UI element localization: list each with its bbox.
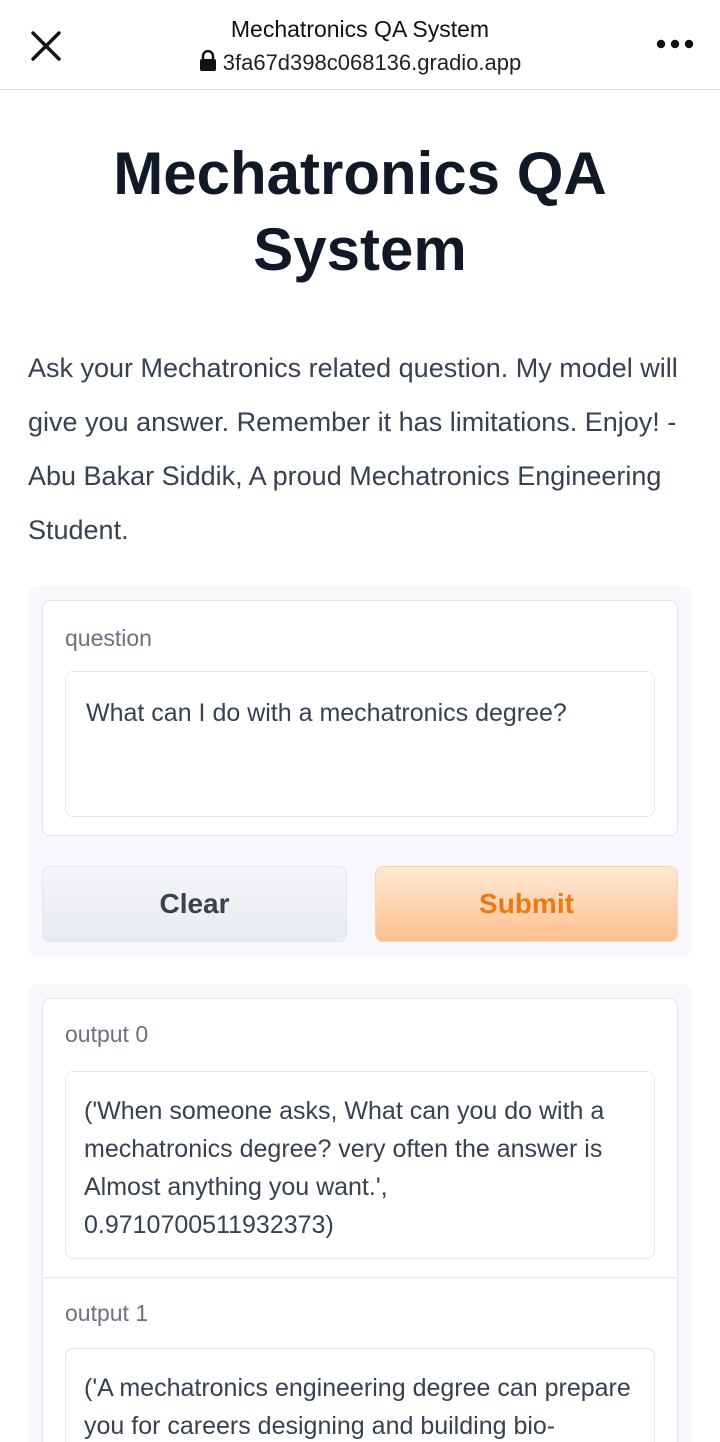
question-input[interactable]: What can I do with a mechatronics degree… <box>65 671 655 817</box>
output-panel: output 0 ('When someone asks, What can y… <box>28 984 692 1442</box>
page-title: Mechatronics QA System <box>113 140 607 283</box>
submit-button[interactable]: Submit <box>375 866 678 942</box>
browser-page-title: Mechatronics QA System <box>230 16 490 42</box>
browser-url-text: 3fa67d398c068136.gradio.app <box>222 50 522 75</box>
page-description: Ask your Mechatronics related question. … <box>28 353 678 545</box>
input-panel: question What can I do with a mechatroni… <box>28 586 692 956</box>
output-0-block: output 0 ('When someone asks, What can y… <box>42 998 678 1278</box>
more-options-icon[interactable] <box>650 26 700 62</box>
question-block: question What can I do with a mechatroni… <box>42 600 678 836</box>
output-1-block: output 1 ('A mechatronics engineering de… <box>42 1277 678 1442</box>
lock-icon <box>199 49 217 78</box>
output-0-label: output 0 <box>65 1021 149 1047</box>
browser-top-bar: Mechatronics QA System 3fa67d398c068136.… <box>0 0 720 90</box>
output-1-label: output 1 <box>65 1300 149 1326</box>
output-0-textbox[interactable]: ('When someone asks, What can you do wit… <box>65 1071 655 1259</box>
output-1-textbox[interactable]: ('A mechatronics engineering degree can … <box>65 1348 655 1442</box>
clear-button[interactable]: Clear <box>42 866 347 942</box>
question-label: question <box>65 625 152 651</box>
browser-url[interactable]: 3fa67d398c068136.gradio.app <box>0 49 720 78</box>
